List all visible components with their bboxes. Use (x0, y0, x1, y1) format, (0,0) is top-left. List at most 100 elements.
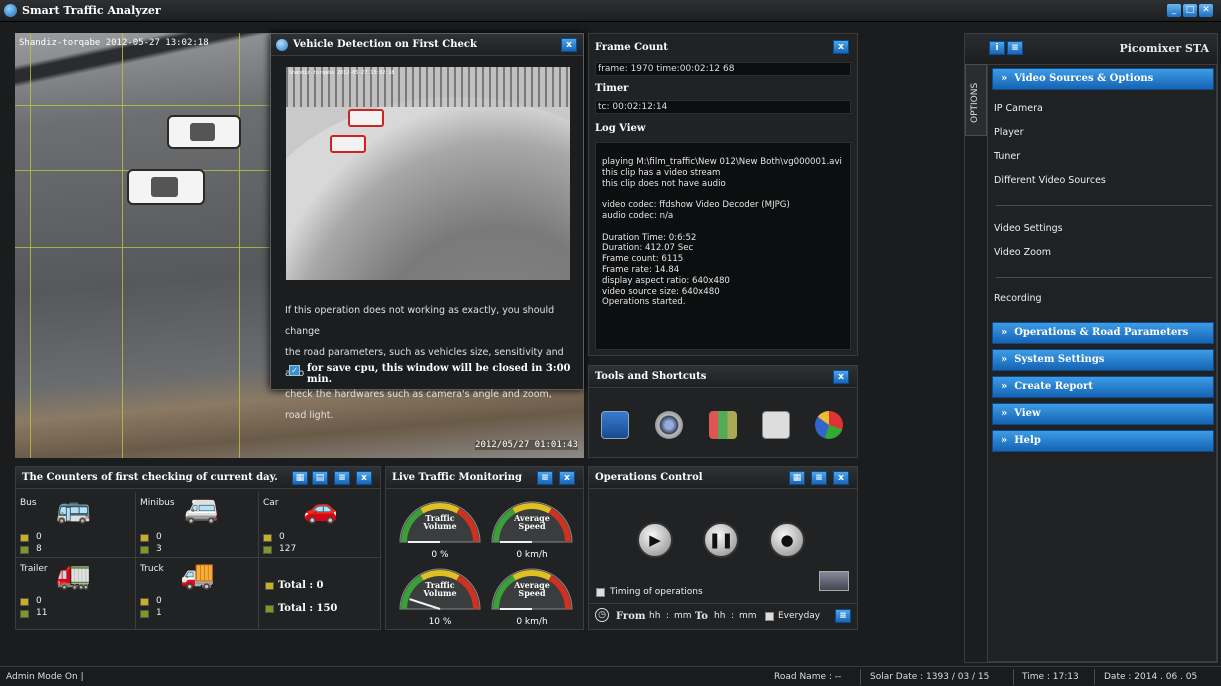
menu-video-zoom[interactable]: Video Zoom (994, 247, 1051, 258)
everyday-checkbox[interactable] (765, 612, 774, 621)
gauge-label: Speed (518, 521, 546, 531)
section-create-report[interactable]: » Create Report (992, 376, 1214, 398)
list-button[interactable]: ≡ (1007, 41, 1023, 55)
gauge-value: 10 % (428, 617, 452, 627)
chart-tool-icon[interactable] (762, 411, 790, 439)
stop-button[interactable]: ● (769, 522, 805, 558)
count-icon (20, 610, 29, 618)
play-icon: ▶ (649, 531, 661, 549)
play-button[interactable]: ▶ (637, 522, 673, 558)
globe-icon (276, 39, 288, 51)
preview-road (286, 97, 570, 280)
close-window-button[interactable]: ✕ (1199, 4, 1213, 17)
operations-close-button[interactable]: x (833, 471, 849, 485)
info-button[interactable]: i (989, 41, 1005, 55)
counter-value: 0 (156, 532, 162, 542)
menu-recording[interactable]: Recording (994, 293, 1042, 304)
tools-header: Tools and Shortcuts x (589, 366, 857, 388)
log-view-title: Log View (595, 123, 646, 134)
to-minute-field[interactable]: mm (739, 611, 757, 621)
maximize-button[interactable]: □ (1183, 4, 1197, 17)
counter-value: 11 (36, 608, 48, 618)
to-hour-field[interactable]: hh (714, 611, 725, 621)
from-label: From (616, 611, 646, 622)
counter-label: Car (263, 498, 279, 508)
gauge-label: Volume (423, 588, 457, 598)
section-operations[interactable]: » Operations & Road Parameters (992, 322, 1214, 344)
log-line: video source size: 640x480 (602, 286, 720, 297)
product-title: Picomixer STA (1119, 42, 1209, 55)
traffic-volume-gauge: Traffic Volume 0 % (396, 494, 484, 564)
total-current: Total : 0 (278, 580, 324, 591)
operations-layout-button[interactable]: ▦ (789, 471, 805, 485)
timing-label: Timing of operations (610, 587, 703, 597)
title-bar: Smart Traffic Analyzer _ □ ✕ (0, 0, 1221, 22)
app-globe-icon (4, 4, 17, 17)
solar-date-status: Solar Date : 1393 / 03 / 15 (870, 672, 990, 682)
counters-header: The Counters of first checking of curren… (16, 467, 380, 489)
popup-close-button[interactable]: x (561, 38, 577, 52)
total-icon (265, 582, 274, 590)
from-minute-field[interactable]: mm (674, 611, 692, 621)
count-icon (20, 598, 29, 606)
total-icon (265, 605, 274, 613)
monitoring-title: Live Traffic Monitoring (392, 472, 522, 483)
average-speed-gauge: Average Speed 0 km/h (488, 494, 576, 564)
counters-layout-button[interactable]: ▦ (292, 471, 308, 485)
preview-timestamp: Shandiz-torqabe 2012-05-27 13:02:18 (289, 70, 395, 76)
menu-tuner[interactable]: Tuner (994, 151, 1020, 162)
report-tool-icon[interactable] (709, 411, 737, 439)
chevron-right-icon: » (1001, 381, 1008, 392)
monitoring-close-button[interactable]: x (559, 471, 575, 485)
detected-vehicle (330, 135, 366, 153)
video-source-tool-icon[interactable] (601, 411, 629, 439)
chevron-right-icon: » (1001, 354, 1008, 365)
menu-different-video-sources[interactable]: Different Video Sources (994, 175, 1106, 186)
log-line: this clip does not have audio (602, 178, 726, 189)
pause-button[interactable]: ❚❚ (703, 522, 739, 558)
minimize-button[interactable]: _ (1167, 4, 1181, 17)
frame-count-field: frame: 1970 time:00:02:12 68 (595, 62, 851, 76)
save-cpu-checkbox[interactable]: ✓ (289, 365, 300, 376)
timing-checkbox[interactable] (596, 588, 605, 597)
counter-bus: Bus 🚌 0 8 (16, 492, 136, 558)
menu-player[interactable]: Player (994, 127, 1024, 138)
info-panel: Frame Count x frame: 1970 time:00:02:12 … (588, 33, 858, 356)
info-close-button[interactable]: x (833, 40, 849, 54)
section-help[interactable]: » Help (992, 430, 1214, 452)
from-hour-field[interactable]: hh (649, 611, 660, 621)
detection-preview-image: Shandiz-torqabe 2012-05-27 13:02:18 (286, 67, 570, 280)
counter-value: 0 (279, 532, 285, 542)
operations-menu-button[interactable]: ≡ (811, 471, 827, 485)
counters-close-button[interactable]: x (356, 471, 372, 485)
save-cpu-label: for save cpu, this window will be closed… (307, 363, 571, 385)
counters-grid-button[interactable]: ▤ (312, 471, 328, 485)
popup-message-line: If this operation does not working as ex… (285, 305, 555, 337)
popup-header: Vehicle Detection on First Check x (271, 34, 583, 56)
right-panel-header: i ≡ Picomixer STA (965, 34, 1217, 62)
schedule-map-icon[interactable] (819, 571, 849, 591)
chevron-right-icon: » (1001, 435, 1008, 446)
counters-menu-button[interactable]: ≡ (334, 471, 350, 485)
section-video-sources[interactable]: » Video Sources & Options (992, 68, 1214, 90)
options-tab[interactable]: OPTIONS (965, 64, 987, 136)
counter-value: 0 (156, 596, 162, 606)
count-icon (263, 546, 272, 554)
schedule-apply-button[interactable]: ≡ (835, 609, 851, 623)
pie-chart-tool-icon[interactable] (815, 411, 843, 439)
camera-lens-tool-icon[interactable] (655, 411, 683, 439)
monitoring-menu-button[interactable]: ≡ (537, 471, 553, 485)
log-line: Duration: 412.07 Sec (602, 243, 694, 254)
section-system-settings[interactable]: » System Settings (992, 349, 1214, 371)
section-view[interactable]: » View (992, 403, 1214, 425)
log-view: playing M:\film_traffic\New 012\New Both… (595, 142, 851, 350)
road-name-status: Road Name : -- (774, 672, 842, 682)
menu-video-settings[interactable]: Video Settings (994, 223, 1063, 234)
gauge-label: Speed (518, 588, 546, 598)
time-separator: : (731, 611, 735, 621)
average-speed-gauge: Average Speed 0 km/h (488, 561, 576, 631)
detection-grid-line (122, 33, 123, 458)
menu-ip-camera[interactable]: IP Camera (994, 103, 1043, 114)
tools-close-button[interactable]: x (833, 370, 849, 384)
detected-vehicle (348, 109, 384, 127)
